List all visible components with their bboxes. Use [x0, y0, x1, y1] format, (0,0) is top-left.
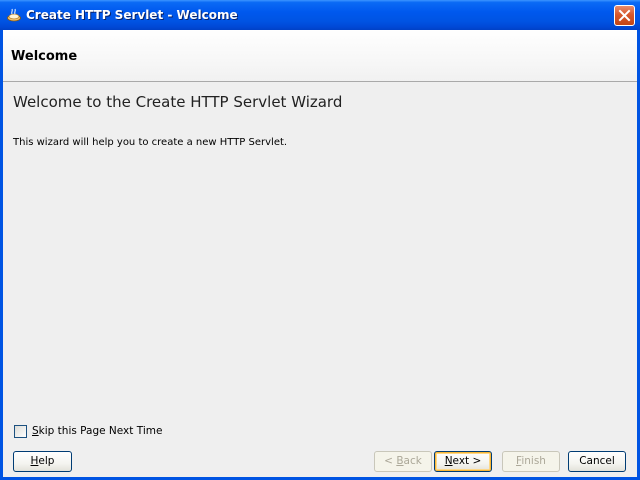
welcome-description: This wizard will help you to create a ne… — [13, 137, 288, 148]
help-button[interactable]: Help — [13, 451, 72, 472]
dialog-content: Welcome Welcome to the Create HTTP Servl… — [3, 30, 637, 477]
page-header: Welcome — [3, 30, 637, 82]
close-icon — [618, 9, 631, 22]
finish-button[interactable]: Finish — [502, 451, 560, 472]
wizard-window: Create HTTP Servlet - Welcome Welcome We… — [0, 0, 640, 480]
skip-page-option[interactable]: Skip this Page Next Time — [14, 424, 162, 438]
title-bar[interactable]: Create HTTP Servlet - Welcome — [0, 0, 640, 30]
cancel-button[interactable]: Cancel — [568, 451, 626, 472]
jdeveloper-app-icon — [6, 7, 22, 23]
welcome-heading: Welcome to the Create HTTP Servlet Wizar… — [13, 93, 343, 111]
back-button[interactable]: < Back — [374, 451, 432, 472]
next-button[interactable]: Next > — [434, 451, 492, 472]
skip-page-label[interactable]: Skip this Page Next Time — [32, 425, 162, 437]
page-title: Welcome — [11, 49, 78, 64]
window-title: Create HTTP Servlet - Welcome — [26, 8, 238, 22]
skip-page-checkbox[interactable] — [14, 424, 27, 438]
close-button[interactable] — [614, 5, 635, 26]
